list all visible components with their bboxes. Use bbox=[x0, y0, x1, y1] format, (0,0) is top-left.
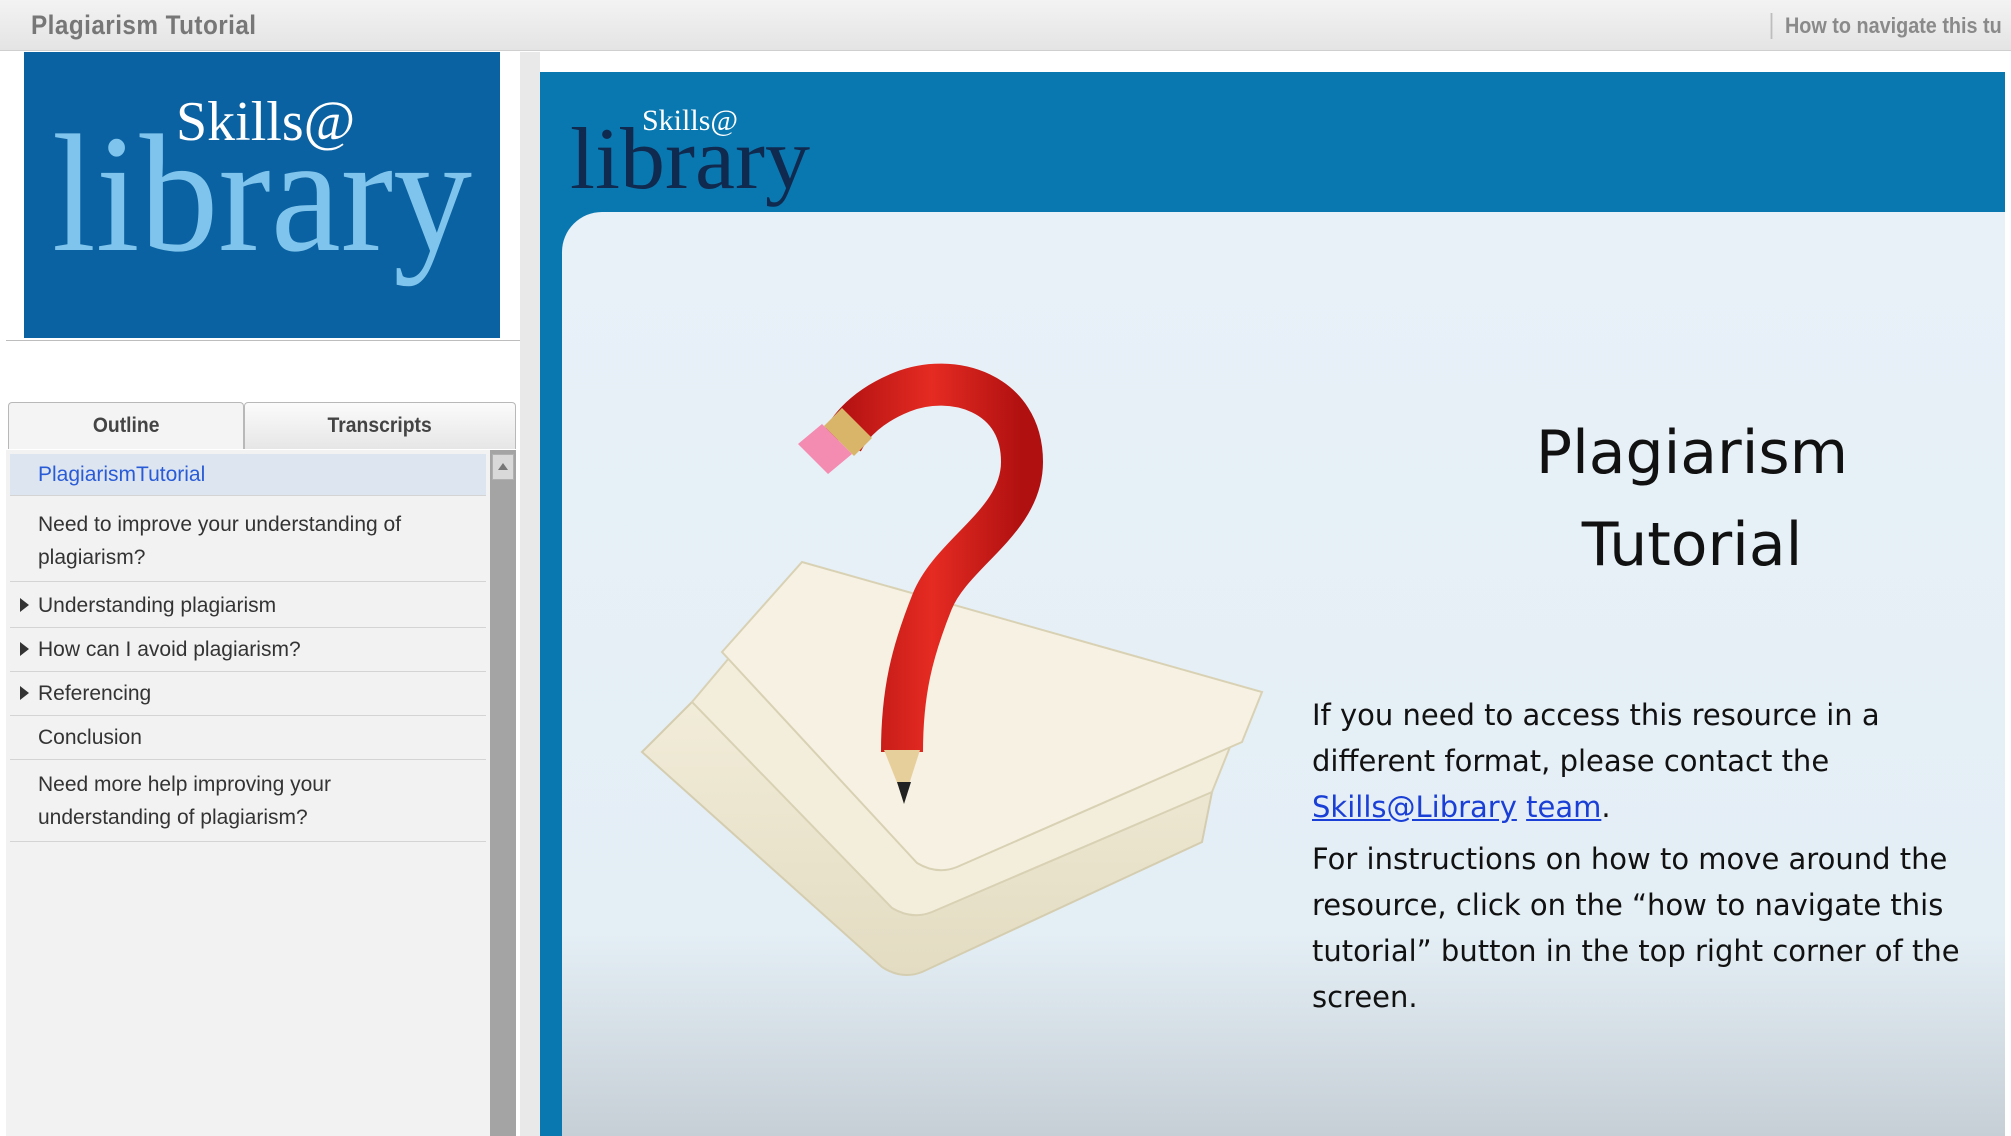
slide-area: Skills@ library Plagiarism Tutorial If y… bbox=[540, 72, 2005, 1136]
outline-item-avoid-plagiarism[interactable]: How can I avoid plagiarism? bbox=[10, 628, 486, 672]
sidebar: Skills@ library Outline Transcripts Plag… bbox=[6, 52, 520, 1136]
app-title: Plagiarism Tutorial bbox=[31, 10, 257, 40]
expand-triangle-icon[interactable] bbox=[20, 642, 29, 656]
slide-title: Plagiarism Tutorial bbox=[1535, 418, 1849, 580]
outline-item-more-help[interactable]: Need more help improving your understand… bbox=[10, 760, 486, 842]
tab-transcripts[interactable]: Transcripts bbox=[244, 402, 516, 449]
outline-item-improve-understanding[interactable]: Need to improve your understanding of pl… bbox=[10, 500, 486, 582]
skills-library-link[interactable]: Skills@Library bbox=[1312, 790, 1517, 824]
svg-text:library: library bbox=[570, 111, 810, 208]
slide-content-card: Plagiarism Tutorial If you need to acces… bbox=[562, 212, 2005, 1136]
outline-panel: PlagiarismTutorial Need to improve your … bbox=[6, 450, 490, 1136]
outline-item-conclusion[interactable]: Conclusion bbox=[10, 716, 486, 760]
scroll-up-arrow-icon[interactable] bbox=[492, 454, 514, 480]
outline-scrollbar[interactable] bbox=[490, 450, 516, 1136]
slide-skills-library-logo-icon: Skills@ library bbox=[570, 104, 810, 208]
navigate-tutorial-button[interactable]: How to navigate this tutorial bbox=[1770, 13, 2001, 39]
panel-divider[interactable] bbox=[520, 52, 540, 1136]
instructions-paragraph: For instructions on how to move around t… bbox=[1312, 842, 1960, 1014]
team-link[interactable]: team bbox=[1526, 790, 1601, 824]
outline-item-referencing[interactable]: Referencing bbox=[10, 672, 486, 716]
slide-body-text: If you need to access this resource in a… bbox=[1312, 692, 2002, 1026]
title-bar: Plagiarism Tutorial How to navigate this… bbox=[0, 0, 2011, 51]
sidebar-logo: Skills@ library bbox=[24, 52, 500, 338]
outline-item-understanding-plagiarism[interactable]: Understanding plagiarism bbox=[10, 584, 486, 628]
outline-item-plagiarism-tutorial[interactable]: PlagiarismTutorial bbox=[10, 454, 486, 496]
tab-outline[interactable]: Outline bbox=[8, 402, 244, 449]
sidebar-tabs: Outline Transcripts bbox=[6, 402, 520, 450]
expand-triangle-icon[interactable] bbox=[20, 598, 29, 612]
sidebar-divider bbox=[6, 340, 520, 341]
logo-library-text: library bbox=[52, 101, 472, 287]
expand-triangle-icon[interactable] bbox=[20, 686, 29, 700]
access-paragraph: If you need to access this resource in a… bbox=[1312, 698, 1880, 824]
pencil-question-mark-icon bbox=[640, 363, 1264, 977]
skills-library-logo-icon: Skills@ library bbox=[52, 91, 472, 287]
